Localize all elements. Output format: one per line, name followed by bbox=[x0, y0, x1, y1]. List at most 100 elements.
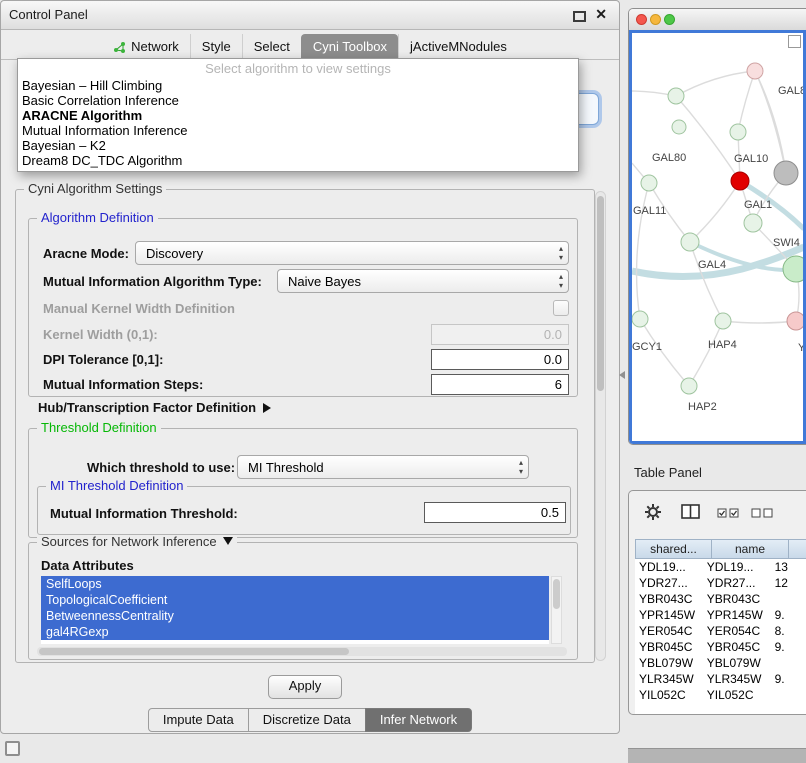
network-view-window: GAL8 GAL80 GAL10 GAL11 GAL1 SWI4 GAL4 GC… bbox=[628, 8, 806, 445]
which-threshold-combo[interactable]: MI Threshold ▴▾ bbox=[237, 455, 529, 479]
kernel-width-label: Kernel Width (0,1): bbox=[43, 327, 158, 342]
tab-label: Cyni Toolbox bbox=[313, 39, 387, 54]
hub-expander-label: Hub/Transcription Factor Definition bbox=[38, 400, 256, 415]
table-row[interactable]: YLR345WYLR345W9. bbox=[635, 671, 806, 687]
zoom-window-icon[interactable] bbox=[664, 14, 675, 25]
manual-kernel-label: Manual Kernel Width Definition bbox=[43, 301, 235, 316]
network-node[interactable] bbox=[632, 311, 648, 327]
network-node-pink[interactable] bbox=[787, 312, 804, 330]
table-row[interactable]: YDL19...YDL19...13 bbox=[635, 559, 806, 575]
combo-value: Discovery bbox=[146, 246, 203, 261]
column-header-shared-name[interactable]: shared... bbox=[635, 539, 712, 559]
panel-dock-icon[interactable] bbox=[5, 741, 20, 756]
network-node[interactable] bbox=[641, 175, 657, 191]
table-row[interactable]: YPR145WYPR145W9. bbox=[635, 607, 806, 623]
list-vertical-scrollbar[interactable] bbox=[551, 576, 562, 644]
tab-label: Style bbox=[202, 39, 231, 54]
settings-scrollbar[interactable] bbox=[595, 191, 606, 661]
gear-icon[interactable] bbox=[645, 504, 661, 520]
network-node[interactable] bbox=[672, 120, 686, 134]
bottom-tab-bar: Impute Data Discretize Data Infer Networ… bbox=[1, 708, 619, 732]
dropdown-item[interactable]: Bayesian – K2 bbox=[18, 138, 578, 153]
dropdown-item[interactable]: Dream8 DC_TDC Algorithm bbox=[18, 153, 578, 168]
minimize-window-icon[interactable] bbox=[650, 14, 661, 25]
network-node[interactable] bbox=[747, 63, 763, 79]
mi-steps-field[interactable]: 6 bbox=[431, 374, 569, 395]
svg-text:HAP4: HAP4 bbox=[708, 339, 737, 351]
dpi-tolerance-label: DPI Tolerance [0,1]: bbox=[43, 352, 163, 367]
list-item-selected[interactable]: SelfLoops bbox=[41, 576, 549, 592]
panel-title: Control Panel bbox=[9, 7, 88, 22]
mi-threshold-field[interactable]: 0.5 bbox=[424, 502, 566, 523]
tab-network[interactable]: Network bbox=[102, 34, 190, 59]
network-node[interactable] bbox=[681, 233, 699, 251]
scrollbar-thumb[interactable] bbox=[39, 648, 349, 655]
table-row[interactable]: YBR043CYBR043C bbox=[635, 591, 806, 607]
svg-text:SWI4: SWI4 bbox=[773, 237, 800, 249]
manual-kernel-checkbox[interactable] bbox=[553, 300, 569, 316]
network-node[interactable] bbox=[668, 88, 684, 104]
network-node[interactable] bbox=[744, 214, 762, 232]
dropdown-item[interactable]: Bayesian – Hill Climbing bbox=[18, 78, 578, 93]
network-tab-icon bbox=[113, 41, 126, 53]
dropdown-item[interactable]: Basic Correlation Inference bbox=[18, 93, 578, 108]
close-panel-icon[interactable]: ✕ bbox=[595, 6, 607, 23]
tab-infer-network[interactable]: Infer Network bbox=[365, 708, 472, 732]
tab-cyni-toolbox[interactable]: Cyni Toolbox bbox=[301, 34, 398, 59]
hub-expander[interactable]: Hub/Transcription Factor Definition bbox=[38, 400, 271, 415]
float-panel-icon[interactable] bbox=[573, 11, 586, 22]
network-node-green-large[interactable] bbox=[783, 256, 804, 282]
dropdown-item[interactable]: Mutual Information Inference bbox=[18, 123, 578, 138]
network-node[interactable] bbox=[715, 313, 731, 329]
network-canvas[interactable]: GAL8 GAL80 GAL10 GAL11 GAL1 SWI4 GAL4 GC… bbox=[629, 30, 806, 444]
dropdown-item-selected[interactable]: ARACNE Algorithm bbox=[18, 108, 578, 123]
tab-jactivemodules[interactable]: jActiveMNodules bbox=[398, 34, 518, 59]
list-item-selected[interactable]: TopologicalCoefficient bbox=[41, 592, 549, 608]
dpi-tolerance-field[interactable]: 0.0 bbox=[431, 349, 569, 370]
list-item-selected[interactable]: BetweennessCentrality bbox=[41, 608, 549, 624]
table-body: YDL19...YDL19...13 YDR27...YDR27...12 YB… bbox=[635, 559, 806, 714]
column-header-name[interactable]: name bbox=[712, 539, 789, 559]
table-row[interactable]: YDR27...YDR27...12 bbox=[635, 575, 806, 591]
network-node-red[interactable] bbox=[731, 172, 749, 190]
tab-impute-data[interactable]: Impute Data bbox=[148, 708, 249, 732]
scrollbar-thumb[interactable] bbox=[597, 196, 604, 391]
table-row[interactable]: YBR045CYBR045C9. bbox=[635, 639, 806, 655]
aracne-mode-combo[interactable]: Discovery ▴▾ bbox=[135, 241, 569, 265]
combo-value: MI Threshold bbox=[248, 460, 324, 475]
list-item-selected[interactable]: gal4RGexp bbox=[41, 624, 549, 640]
sources-expander[interactable]: Sources for Network Inference bbox=[37, 535, 237, 549]
svg-text:HAP2: HAP2 bbox=[688, 401, 717, 413]
table-toolbar bbox=[629, 491, 806, 538]
splitter-collapse-icon[interactable] bbox=[619, 371, 625, 379]
tab-select[interactable]: Select bbox=[242, 34, 301, 59]
columns-icon[interactable] bbox=[681, 504, 700, 519]
mi-type-combo[interactable]: Naive Bayes ▴▾ bbox=[277, 269, 569, 293]
canvas-corner-box bbox=[788, 35, 801, 48]
dropdown-placeholder: Select algorithm to view settings bbox=[18, 61, 578, 78]
tab-discretize-data[interactable]: Discretize Data bbox=[248, 708, 366, 732]
combo-arrows-icon: ▴▾ bbox=[519, 458, 523, 476]
svg-text:GAL10: GAL10 bbox=[734, 153, 768, 165]
apply-button[interactable]: Apply bbox=[268, 675, 342, 699]
unchecked-boxes-icon[interactable] bbox=[751, 508, 773, 518]
tab-style[interactable]: Style bbox=[190, 34, 242, 59]
control-panel-titlebar: Control Panel ✕ bbox=[1, 1, 619, 30]
network-node-gray[interactable] bbox=[774, 161, 798, 185]
combo-arrows-icon: ▴▾ bbox=[559, 272, 563, 290]
table-header: shared... name bbox=[635, 539, 806, 559]
checked-boxes-icon[interactable] bbox=[717, 508, 739, 518]
close-window-icon[interactable] bbox=[636, 14, 647, 25]
column-header-cut[interactable] bbox=[789, 539, 806, 559]
mi-steps-label: Mutual Information Steps: bbox=[43, 377, 203, 392]
svg-text:Y: Y bbox=[798, 342, 804, 354]
chevron-down-icon bbox=[223, 537, 233, 545]
table-row[interactable]: YER054CYER054C8. bbox=[635, 623, 806, 639]
table-row[interactable]: YIL052CYIL052C bbox=[635, 687, 806, 703]
network-node[interactable] bbox=[730, 124, 746, 140]
list-horizontal-scrollbar[interactable] bbox=[37, 647, 567, 656]
network-node[interactable] bbox=[681, 378, 697, 394]
table-row[interactable]: YBL079WYBL079W bbox=[635, 655, 806, 671]
control-panel-tabs: Network Style Select Cyni Toolbox jActiv… bbox=[1, 34, 619, 60]
scrollbar-thumb[interactable] bbox=[553, 579, 560, 609]
